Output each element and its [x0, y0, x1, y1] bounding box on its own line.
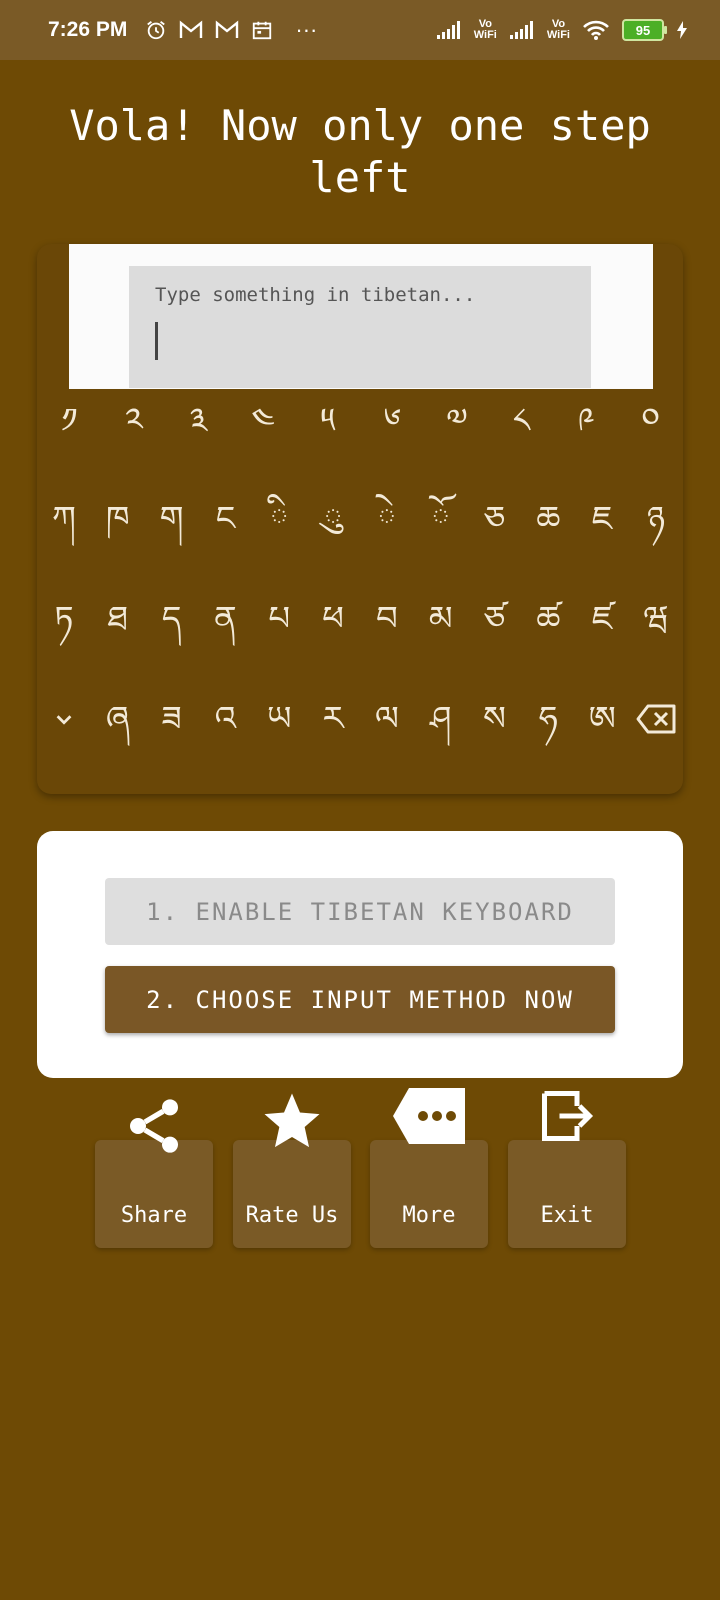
backspace-icon: [631, 704, 681, 734]
choose-input-method-button[interactable]: 2. CHOOSE INPUT METHOD NOW: [105, 966, 615, 1033]
keyboard-key: ཉ: [646, 499, 666, 539]
keyboard-key: ཝ: [643, 599, 669, 639]
vowifi-badge: Vo WiFi: [473, 18, 497, 41]
keyboard-key: ཞ: [105, 699, 130, 739]
keyboard-key: ཟ: [161, 699, 182, 739]
enable-keyboard-button[interactable]: 1. ENABLE TIBETAN KEYBOARD: [105, 878, 615, 945]
keyboard-key: ༦: [383, 401, 402, 441]
chevron-down-icon: [39, 694, 89, 744]
keyboard-key: ཨ: [588, 699, 616, 739]
keyboard-key: བ: [375, 599, 398, 639]
calendar-icon: [251, 19, 273, 41]
action-bar: Share Rate Us More Exit: [95, 1088, 626, 1250]
keyboard-key: ཁ: [105, 499, 130, 539]
preview-placeholder: Type something in tibetan...: [155, 284, 476, 306]
preview-text-area: Type something in tibetan...: [69, 244, 653, 389]
keyboard-key: ༤: [251, 401, 275, 441]
keyboard-row-letters-3: ཞ ཟ འ ཡ ར ལ ཤ ས ཧ ཨ: [37, 694, 683, 744]
vowifi-badge: Vo WiFi: [546, 18, 570, 41]
keyboard-key: ང: [215, 499, 236, 539]
keyboard-key: ོ: [431, 499, 451, 539]
exit-label: Exit: [540, 1203, 594, 1228]
keyboard-key: ེ: [377, 499, 397, 539]
keyboard-key: ཧ: [538, 699, 558, 739]
more-label: More: [402, 1203, 456, 1228]
preview-input-field: Type something in tibetan...: [129, 266, 591, 388]
gmail-icon: [179, 20, 203, 40]
keyboard-key: ༠: [641, 401, 660, 441]
setup-steps-card: 1. ENABLE TIBETAN KEYBOARD 2. CHOOSE INP…: [37, 831, 683, 1078]
status-bar-left: 7:26 PM ···: [48, 17, 317, 43]
share-label: Share: [120, 1203, 188, 1228]
alarm-icon: [145, 19, 167, 41]
charging-icon: [676, 20, 688, 40]
keyboard-key: ཚ: [536, 599, 561, 639]
keyboard-key: ར: [322, 699, 344, 739]
keyboard-key: ༧: [445, 401, 468, 441]
exit-icon: [537, 1086, 597, 1150]
keyboard-key: ཤ: [429, 699, 452, 739]
more-tag-icon: [391, 1086, 467, 1150]
more-notifications-icon: ···: [295, 17, 318, 42]
keyboard-key: ༡: [61, 401, 78, 441]
keyboard-key: ༢: [125, 401, 143, 441]
keyboard-key: ལ: [374, 699, 399, 739]
rate-us-label: Rate Us: [245, 1203, 339, 1228]
keyboard-key: ༩: [577, 401, 595, 441]
keyboard-key: ས: [483, 699, 506, 739]
signal-icon: [436, 20, 462, 40]
keyboard-row-letters-1: ཀ ཁ ག ང ི ུ ེ ོ ཅ ཆ ཇ ཉ: [37, 494, 683, 544]
exit-button[interactable]: [508, 1140, 626, 1248]
wifi-icon: [582, 19, 610, 41]
keyboard-key: ཡ: [266, 699, 292, 739]
keyboard-key: འ: [214, 699, 237, 739]
signal-icon: [509, 20, 535, 40]
keyboard-key: པ: [268, 599, 291, 639]
keyboard-row-letters-2: ཏ ཐ ད ན པ ཕ བ མ ཙ ཚ ཛ ཝ: [37, 594, 683, 644]
status-bar-right: Vo WiFi Vo WiFi 95: [436, 19, 688, 41]
keyboard-preview-image: Type something in tibetan... ༡ ༢ ༣ ༤ ༥ ༦…: [37, 244, 683, 794]
keyboard-row-digits: ༡ ༢ ༣ ༤ ༥ ༦ ༧ ༨ ༩ ༠: [37, 396, 683, 446]
more-button[interactable]: [370, 1140, 488, 1248]
keyboard-key: ཏ: [54, 599, 74, 639]
keyboard-key: ཇ: [591, 499, 613, 539]
keyboard-key: ཕ: [322, 599, 344, 639]
gmail-icon: [215, 20, 239, 40]
keyboard-key: ༣: [189, 401, 208, 441]
keyboard-key: ུ: [323, 499, 343, 539]
keyboard-key: ཀ: [51, 499, 76, 539]
status-bar: 7:26 PM ··· Vo WiFi Vo WiFi 95: [0, 0, 720, 60]
keyboard-key: ན: [214, 599, 237, 639]
keyboard-key: མ: [428, 599, 453, 639]
keyboard-key: ད: [161, 599, 182, 639]
status-time: 7:26 PM: [48, 18, 128, 41]
battery-indicator: 95: [622, 19, 667, 41]
keyboard-key: ི: [269, 499, 289, 539]
keyboard-key: ག: [159, 499, 184, 539]
keyboard-key: ཛ: [591, 599, 613, 639]
keyboard-key: ཅ: [483, 499, 506, 539]
keyboard-key: ཆ: [536, 499, 561, 539]
keyboard-key: ཙ: [483, 599, 506, 639]
keyboard-key: ༨: [512, 401, 531, 441]
text-cursor: [155, 322, 158, 360]
page-title: Vola! Now only one step left: [69, 101, 651, 202]
share-icon: [122, 1094, 186, 1162]
star-icon: [259, 1088, 325, 1158]
keyboard-key: ཐ: [107, 599, 128, 639]
keyboard-key: ༥: [320, 401, 336, 441]
